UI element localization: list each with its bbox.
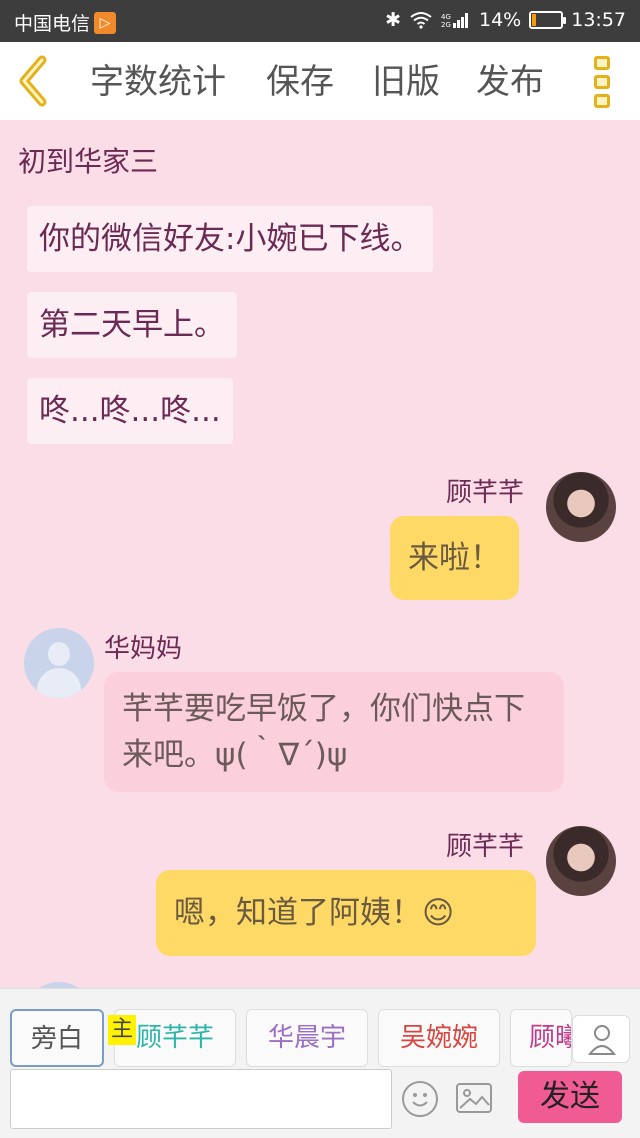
battery-percent: 14% (479, 9, 522, 31)
status-right: ✱ 4G 2G 14% 13:57 (385, 9, 626, 31)
top-toolbar: 字数统计 保存 旧版 发布 (0, 42, 640, 120)
word-count-button[interactable]: 字数统计 (90, 60, 226, 104)
chat-bubble[interactable]: 来啦！ (390, 516, 519, 600)
more-icon[interactable] (594, 56, 614, 108)
chat-bubble[interactable]: 芊芊要吃早饭了，你们快点下来吧。ψ(｀∇´)ψ (104, 672, 564, 792)
chevron-left-icon[interactable] (12, 54, 56, 108)
role-button-narrator[interactable]: 旁白 (10, 1009, 104, 1067)
send-button[interactable]: 发送 (518, 1071, 622, 1123)
signal-icon: 4G 2G (441, 13, 468, 29)
status-bar: 中国电信 ▷ ✱ 4G 2G 14% 13:57 (0, 0, 640, 42)
status-left: 中国电信 ▷ (14, 9, 117, 36)
avatar[interactable] (546, 826, 616, 896)
narration-line[interactable]: 咚...咚...咚... (27, 378, 233, 444)
publish-button[interactable]: 发布 (476, 60, 544, 104)
bluetooth-icon: ✱ (385, 9, 401, 31)
battery-icon (529, 11, 567, 29)
speaker-name: 华妈妈 (104, 634, 183, 664)
person-icon[interactable] (572, 1015, 630, 1063)
save-button[interactable]: 保存 (266, 60, 334, 104)
avatar[interactable] (24, 628, 94, 698)
narration-line[interactable]: 第二天早上。 (27, 292, 237, 358)
role-button[interactable]: 吴婉婉 (378, 1009, 500, 1067)
clock: 13:57 (571, 9, 626, 31)
compose-area: 旁白 顾芊芊 主 华晨宇 吴婉婉 顾曦 发送 (0, 988, 640, 1138)
avatar[interactable] (546, 472, 616, 542)
emoji-icon[interactable] (402, 1081, 438, 1117)
role-button[interactable]: 华晨宇 (246, 1009, 368, 1067)
speaker-name: 顾芊芊 (446, 832, 525, 862)
old-version-button[interactable]: 旧版 (372, 60, 440, 104)
chat-bubble[interactable]: 嗯，知道了阿姨！😊 (156, 870, 536, 956)
chapter-title: 初到华家三 (18, 145, 159, 178)
speaker-name: 顾芊芊 (446, 478, 525, 508)
chat-content[interactable]: 初到华家三 你的微信好友:小婉已下线。 第二天早上。 咚...咚...咚... … (0, 120, 640, 988)
carrier-label: 中国电信 (14, 13, 91, 35)
main-role-tag: 主 (108, 1015, 137, 1045)
image-icon[interactable] (456, 1083, 492, 1113)
wifi-icon (410, 12, 432, 29)
svg-text:4G: 4G (441, 13, 451, 21)
message-input[interactable] (10, 1069, 392, 1129)
svg-text:2G: 2G (441, 21, 451, 29)
app-indicator-icon: ▷ (94, 11, 117, 34)
narration-line[interactable]: 你的微信好友:小婉已下线。 (27, 206, 434, 272)
role-button[interactable]: 顾曦 (510, 1009, 572, 1067)
